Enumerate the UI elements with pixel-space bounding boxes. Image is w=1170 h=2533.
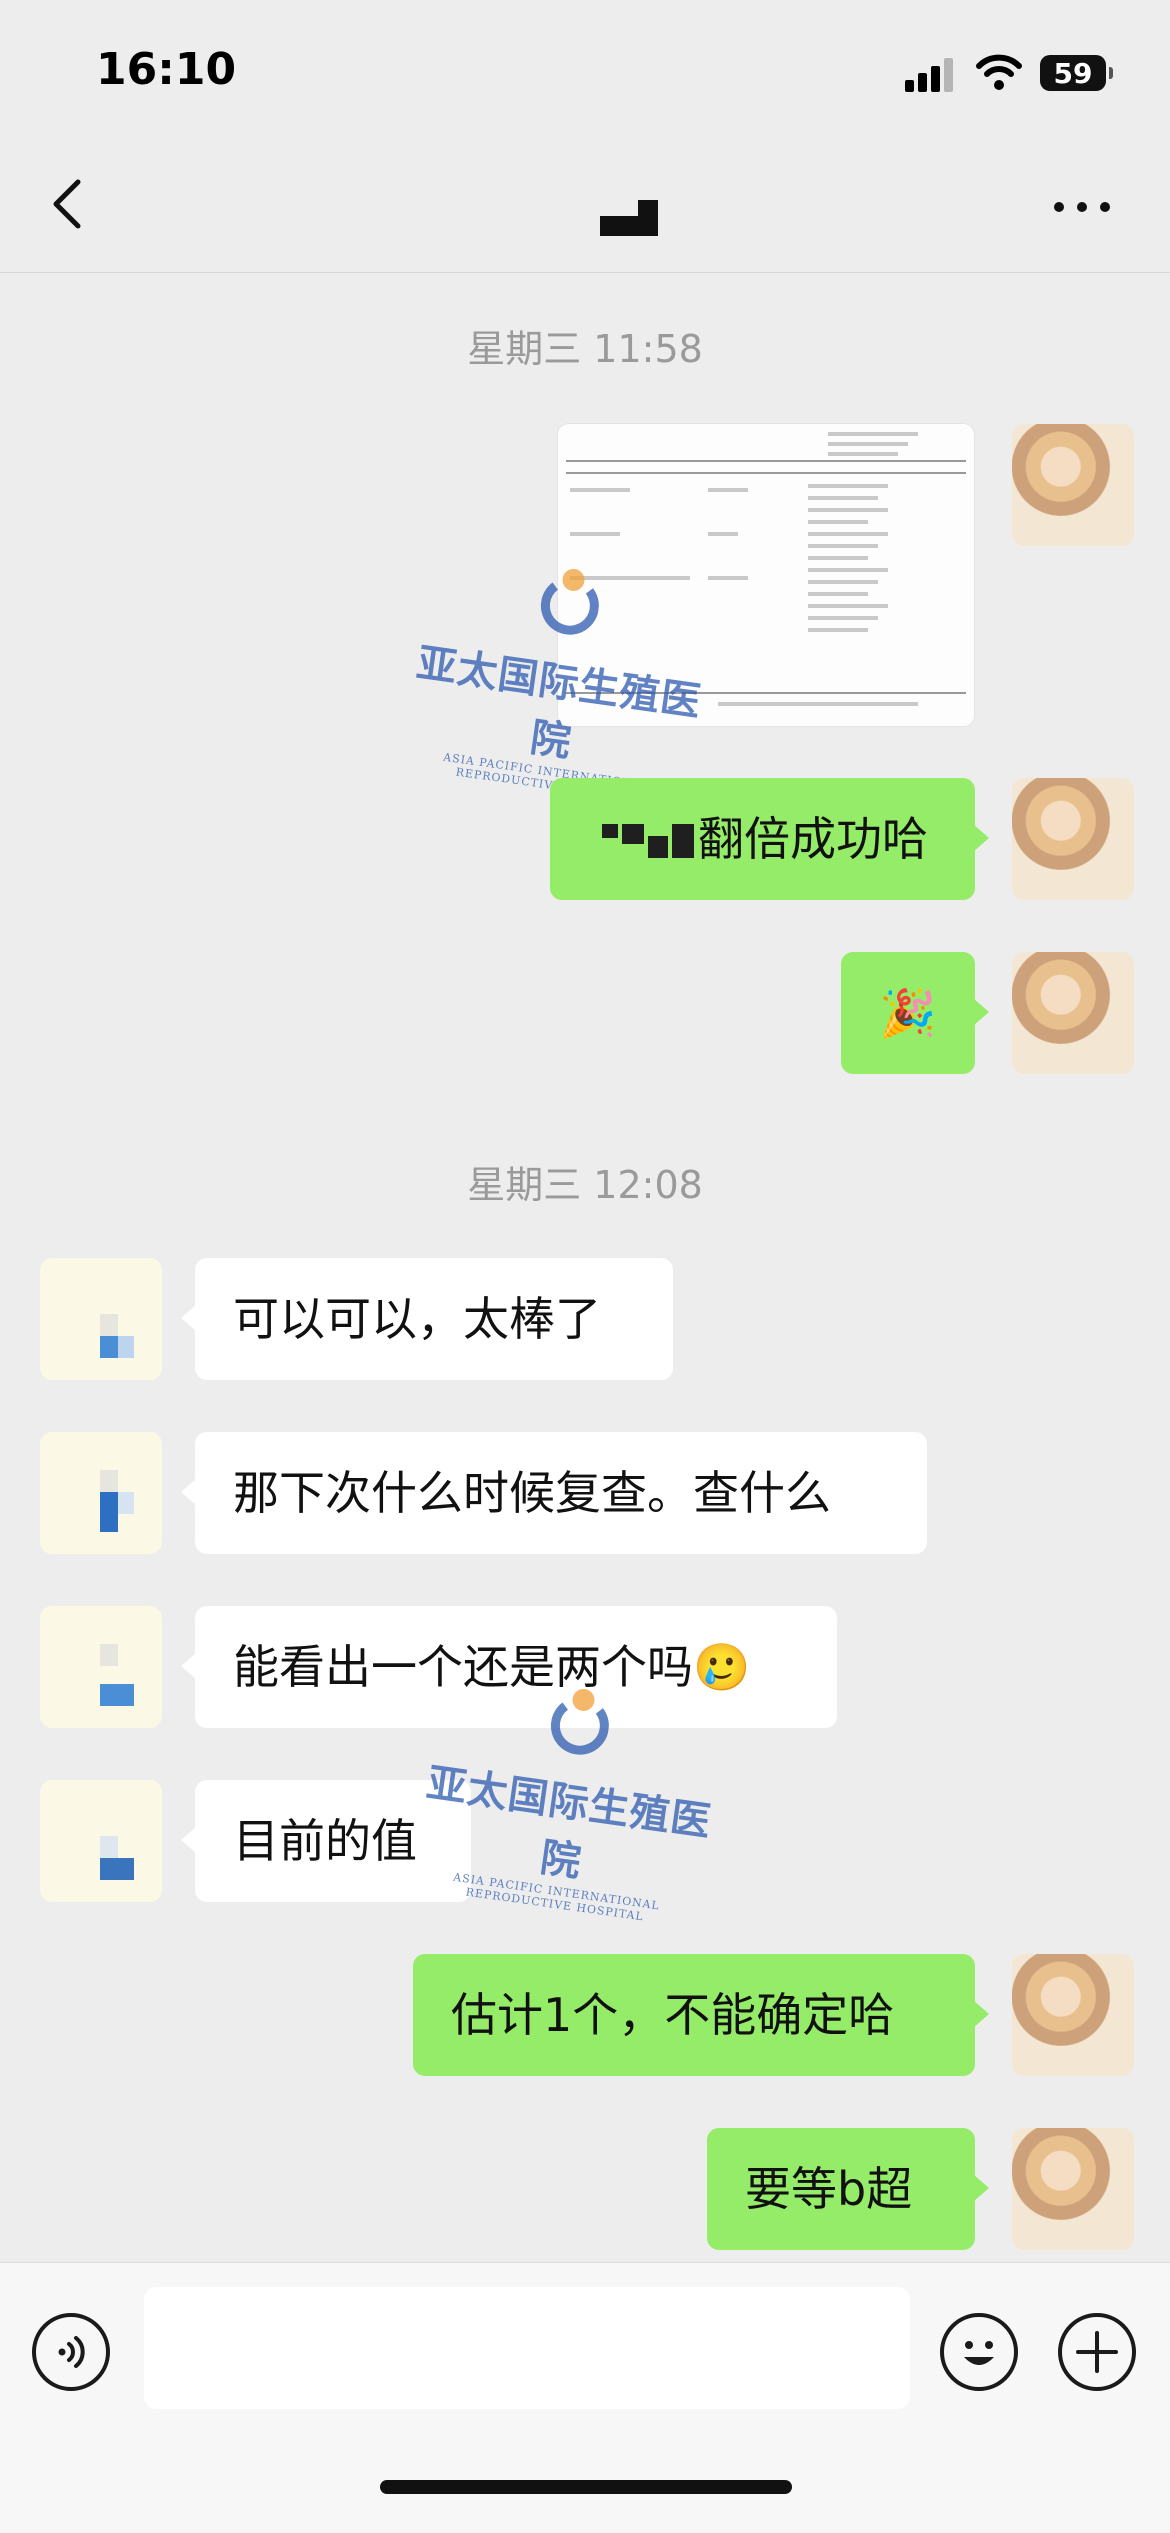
avatar-self[interactable] bbox=[1012, 1954, 1134, 2076]
outgoing-emoji-message[interactable]: 🎉 bbox=[841, 952, 989, 1074]
hospital-logo-icon bbox=[540, 1676, 621, 1771]
incoming-message[interactable]: 可以可以，太棒了 bbox=[181, 1258, 673, 1380]
plus-icon[interactable] bbox=[1058, 2313, 1136, 2391]
avatar-self[interactable] bbox=[1012, 2128, 1134, 2250]
message-input[interactable] bbox=[144, 2287, 910, 2409]
status-time: 16:10 bbox=[96, 44, 237, 95]
chat-title-pixelated bbox=[600, 200, 658, 236]
status-bar: 16:10 59 bbox=[0, 0, 1170, 140]
avatar-contact[interactable] bbox=[40, 1780, 162, 1902]
avatar-contact[interactable] bbox=[40, 1258, 162, 1380]
message-text: 估计1个，不能确定哈 bbox=[451, 1988, 895, 2042]
avatar-contact[interactable] bbox=[40, 1432, 162, 1554]
incoming-message[interactable]: 那下次什么时候复查。查什么 bbox=[181, 1432, 927, 1554]
message-text: 要等b超 bbox=[745, 2162, 913, 2216]
message-text: 可以可以，太棒了 bbox=[233, 1292, 601, 1346]
hospital-watermark: 亚太国际生殖医院 ASIA PACIFIC INTERNATIONAL REPR… bbox=[395, 1659, 744, 1933]
hospital-logo-icon bbox=[530, 556, 611, 651]
message-timestamp: 星期三 12:08 bbox=[467, 1163, 703, 1207]
message-text: 翻倍成功哈 bbox=[698, 812, 928, 866]
avatar-self[interactable] bbox=[1012, 424, 1134, 546]
battery-icon: 59 bbox=[1040, 55, 1113, 91]
message-timestamp: 星期三 11:58 bbox=[467, 327, 703, 371]
voice-input-icon[interactable] bbox=[32, 2313, 110, 2391]
hospital-watermark: 亚太国际生殖医院 ASIA PACIFIC INTERNATIONAL REPR… bbox=[385, 539, 734, 813]
party-popper-icon: 🎉 bbox=[879, 986, 937, 1040]
outgoing-message[interactable]: 翻倍成功哈 bbox=[550, 778, 989, 900]
nav-bar bbox=[0, 140, 1170, 273]
outgoing-message[interactable]: 估计1个，不能确定哈 bbox=[413, 1954, 989, 2076]
message-text: 那下次什么时候复查。查什么 bbox=[233, 1466, 831, 1520]
more-icon[interactable] bbox=[1050, 192, 1114, 222]
back-icon[interactable] bbox=[40, 174, 100, 234]
emoji-icon[interactable] bbox=[940, 2313, 1018, 2391]
cellular-signal-icon bbox=[905, 58, 957, 92]
home-indicator[interactable] bbox=[380, 2480, 792, 2494]
outgoing-message[interactable]: 要等b超 bbox=[707, 2128, 989, 2250]
avatar-contact[interactable] bbox=[40, 1606, 162, 1728]
avatar-self[interactable] bbox=[1012, 778, 1134, 900]
message-text: 目前的值 bbox=[233, 1814, 417, 1868]
pixelated-redaction bbox=[602, 818, 698, 862]
avatar-self[interactable] bbox=[1012, 952, 1134, 1074]
wifi-icon bbox=[976, 54, 1022, 90]
